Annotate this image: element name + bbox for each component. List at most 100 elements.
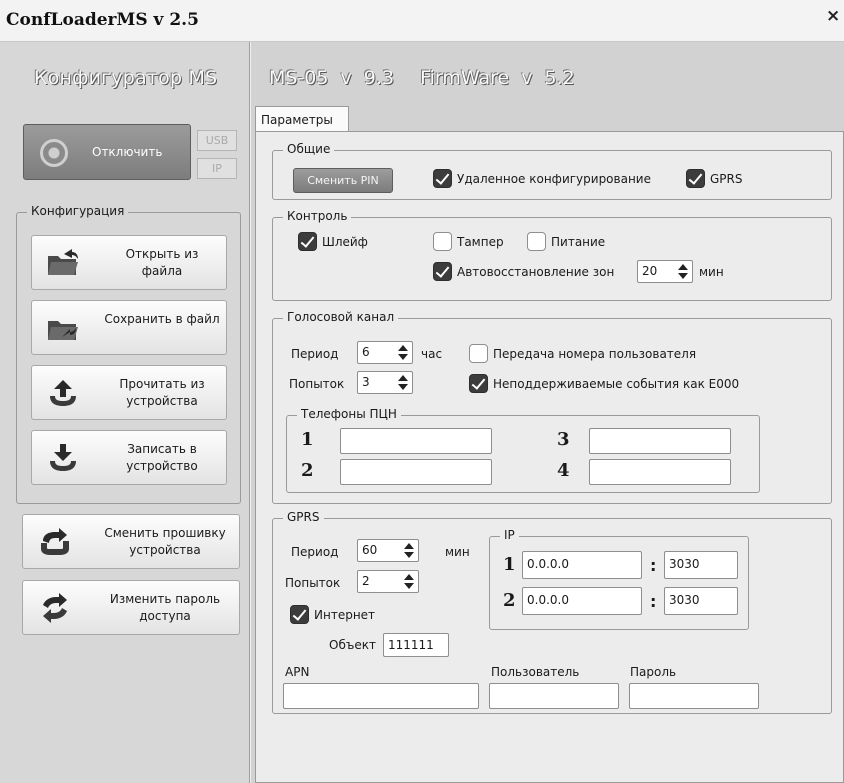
power-checkbox[interactable]: Питание bbox=[527, 232, 605, 251]
checkbox-box bbox=[433, 232, 452, 251]
ip-group: IP 1 0.0.0.0 : 3030 2 0.0.0.0 : 3030 bbox=[489, 528, 749, 630]
checkbox-box bbox=[686, 169, 705, 188]
voice-period-unit: час bbox=[421, 347, 443, 361]
change-pin-button[interactable]: Сменить PIN bbox=[293, 168, 393, 193]
firmware-version: FirmWare v 5.2 bbox=[420, 67, 575, 89]
internet-label: Интернет bbox=[314, 607, 376, 622]
change-firmware-button[interactable]: Сменить прошивку устройства bbox=[22, 514, 240, 569]
tamper-checkbox[interactable]: Тампер bbox=[433, 232, 504, 251]
checkbox-box bbox=[298, 232, 317, 251]
spinner-arrows-icon[interactable] bbox=[397, 374, 409, 391]
phone-number-label: 1 bbox=[301, 429, 314, 450]
read-from-device-button[interactable]: Прочитать из устройства bbox=[31, 365, 227, 420]
voice-attempts-spinner[interactable]: 3 bbox=[357, 371, 413, 394]
unsupported-events-checkbox[interactable]: Неподдерживаемые события как E000 bbox=[469, 374, 739, 393]
change-password-label: Изменить пароль доступа bbox=[109, 592, 221, 623]
autorestore-value: 20 bbox=[642, 264, 658, 278]
internet-checkbox[interactable]: Интернет bbox=[290, 605, 375, 624]
checkbox-box bbox=[469, 344, 488, 363]
checkbox-box bbox=[469, 374, 488, 393]
disconnect-button[interactable]: Отключить bbox=[23, 124, 191, 180]
change-firmware-label: Сменить прошивку устройства bbox=[104, 526, 226, 557]
phone-2-input[interactable] bbox=[340, 459, 492, 485]
autorestore-checkbox[interactable]: Автовосстановление зон bbox=[433, 262, 614, 281]
save-to-file-button[interactable]: Сохранить в файл bbox=[31, 300, 227, 355]
device-title: MS-05 v 9.3 FirmWare v 5.2 bbox=[269, 67, 575, 89]
close-icon[interactable]: × bbox=[826, 6, 844, 26]
ip-1-port-input[interactable]: 3030 bbox=[664, 551, 738, 579]
object-input[interactable]: 111111 bbox=[383, 633, 449, 657]
save-to-file-label: Сохранить в файл bbox=[104, 312, 220, 326]
gprs-attempts-spinner[interactable]: 2 bbox=[357, 570, 419, 593]
gprs-attempts-value: 2 bbox=[362, 574, 370, 588]
spinner-arrows-icon[interactable] bbox=[403, 573, 415, 590]
write-to-device-button[interactable]: Записать в устройство bbox=[31, 430, 227, 485]
ip-indicator: IP bbox=[197, 158, 237, 179]
ip-1-address-input[interactable]: 0.0.0.0 bbox=[522, 551, 642, 579]
apn-input[interactable] bbox=[283, 683, 479, 709]
user-input[interactable] bbox=[489, 683, 619, 709]
pcn-phones-legend: Телефоны ПЦН bbox=[297, 407, 401, 421]
voice-attempts-label: Попыток bbox=[289, 377, 345, 391]
voice-channel-group: Голосовой канал Период 6 час Попыток 3 П… bbox=[272, 310, 832, 504]
open-from-file-label: Открыть из файла bbox=[125, 247, 199, 278]
spinner-arrows-icon[interactable] bbox=[403, 542, 415, 559]
parameters-panel: Общие Сменить PIN Удаленное конфигуриров… bbox=[255, 131, 844, 783]
gprs-period-label: Период bbox=[291, 545, 339, 559]
connection-icon bbox=[40, 139, 68, 167]
folder-save-icon bbox=[48, 321, 78, 340]
upload-arrow-icon bbox=[50, 380, 76, 406]
window-title: ConfLoaderMS v 2.5 bbox=[6, 10, 199, 30]
phone-4-input[interactable] bbox=[589, 459, 731, 485]
checkbox-box bbox=[433, 262, 452, 281]
gprs-legend: GPRS bbox=[283, 510, 324, 524]
gprs-label: GPRS bbox=[710, 171, 743, 186]
send-user-number-label: Передача номера пользователя bbox=[493, 346, 697, 361]
voice-channel-legend: Голосовой канал bbox=[283, 310, 399, 324]
ip-number-label: 1 bbox=[503, 554, 516, 575]
phone-number-label: 4 bbox=[557, 460, 570, 481]
change-password-button[interactable]: Изменить пароль доступа bbox=[22, 580, 240, 635]
apn-label: APN bbox=[285, 665, 310, 679]
download-arrow-icon bbox=[50, 444, 76, 471]
checkbox-box bbox=[290, 605, 309, 624]
voice-period-value: 6 bbox=[362, 345, 370, 359]
remote-config-checkbox[interactable]: Удаленное конфигурирование bbox=[433, 169, 651, 188]
general-legend: Общие bbox=[283, 142, 335, 156]
swap-arrows-icon bbox=[43, 593, 67, 623]
phone-number-label: 3 bbox=[557, 429, 570, 450]
general-group: Общие Сменить PIN Удаленное конфигуриров… bbox=[272, 142, 832, 200]
password-label: Пароль bbox=[630, 665, 677, 679]
gprs-attempts-label: Попыток bbox=[285, 576, 341, 590]
loop-checkbox[interactable]: Шлейф bbox=[298, 232, 368, 251]
remote-config-label: Удаленное конфигурирование bbox=[457, 171, 651, 186]
read-from-device-label: Прочитать из устройства bbox=[119, 377, 205, 408]
spinner-arrows-icon[interactable] bbox=[677, 263, 689, 280]
voice-attempts-value: 3 bbox=[362, 375, 370, 389]
control-legend: Контроль bbox=[283, 209, 352, 223]
gprs-period-value: 60 bbox=[362, 543, 378, 557]
power-label: Питание bbox=[551, 234, 606, 249]
ip-legend: IP bbox=[500, 528, 519, 542]
phone-3-input[interactable] bbox=[589, 428, 731, 454]
configuration-legend: Конфигурация bbox=[27, 204, 129, 218]
ip-2-port-input[interactable]: 3030 bbox=[664, 587, 738, 615]
spinner-arrows-icon[interactable] bbox=[397, 344, 409, 361]
autorestore-unit: мин bbox=[699, 265, 724, 279]
voice-period-spinner[interactable]: 6 bbox=[357, 341, 413, 364]
open-from-file-button[interactable]: Открыть из файла bbox=[31, 235, 227, 290]
tamper-label: Тампер bbox=[457, 234, 504, 249]
autorestore-spinner[interactable]: 20 bbox=[637, 260, 693, 283]
loop-label: Шлейф bbox=[322, 234, 368, 249]
phone-1-input[interactable] bbox=[340, 428, 492, 454]
password-input[interactable] bbox=[629, 683, 759, 709]
gprs-checkbox[interactable]: GPRS bbox=[686, 169, 743, 188]
checkbox-box bbox=[433, 169, 452, 188]
ip-2-address-input[interactable]: 0.0.0.0 bbox=[522, 587, 642, 615]
checkbox-box bbox=[527, 232, 546, 251]
pcn-phones-group: Телефоны ПЦН 1 3 2 4 bbox=[286, 407, 760, 493]
send-user-number-checkbox[interactable]: Передача номера пользователя bbox=[469, 344, 696, 363]
main-panel: MS-05 v 9.3 FirmWare v 5.2 Параметры Общ… bbox=[251, 42, 844, 783]
gprs-period-spinner[interactable]: 60 bbox=[357, 539, 419, 562]
tab-parameters[interactable]: Параметры bbox=[255, 106, 349, 132]
